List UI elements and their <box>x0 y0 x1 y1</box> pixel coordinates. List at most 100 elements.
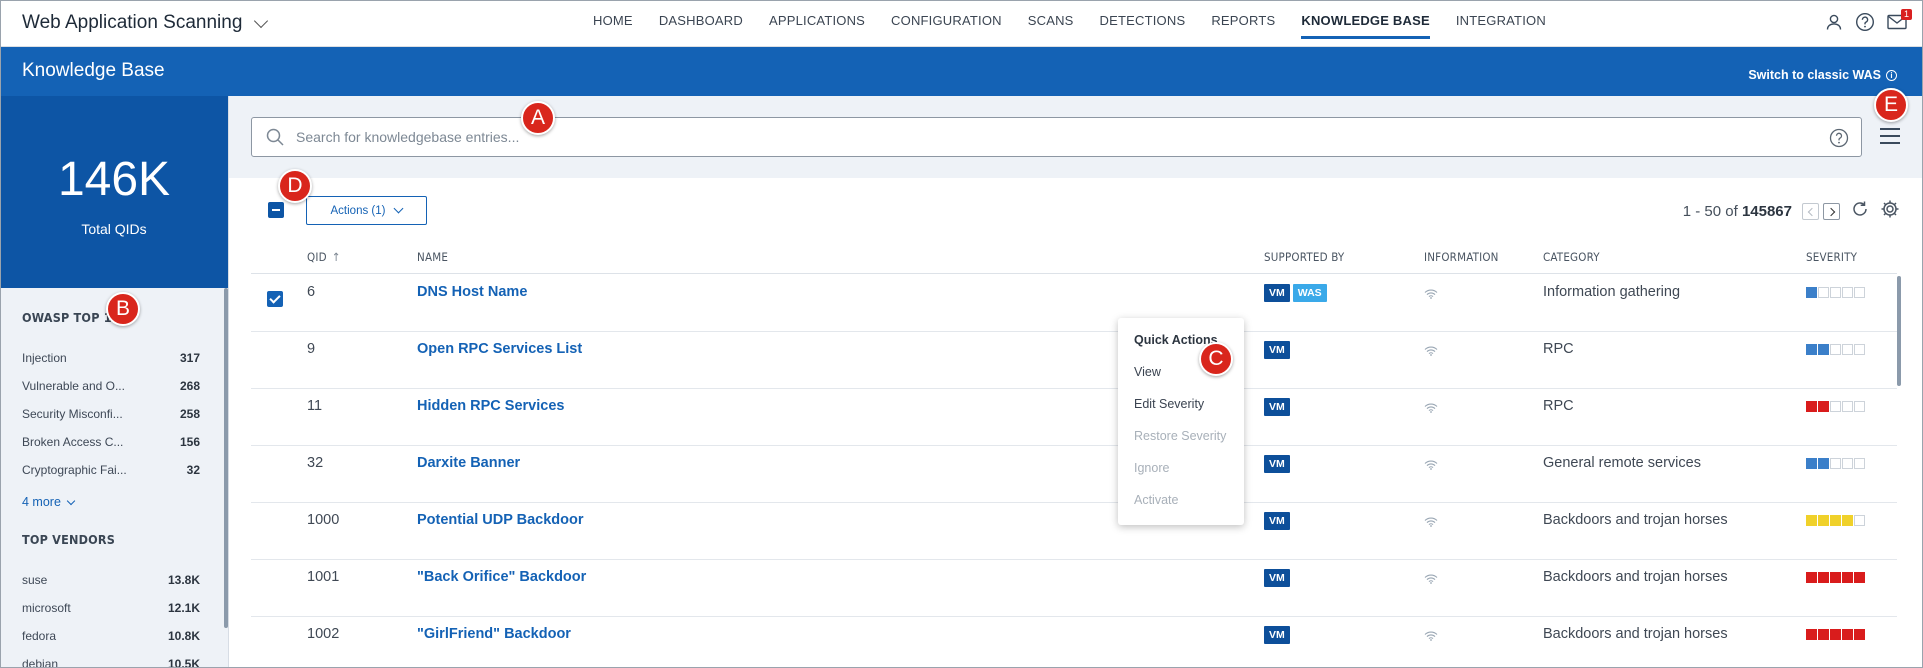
owasp-item[interactable]: Security Misconfi... 258 <box>22 407 200 421</box>
severity-level-box <box>1806 629 1817 640</box>
table-row[interactable]: 1002 "GirlFriend" Backdoor VM Backdoors and… <box>251 617 1897 668</box>
refresh-icon[interactable] <box>1850 199 1870 223</box>
sort-ascending-icon: ↑ <box>331 250 341 264</box>
search-help-icon[interactable] <box>1829 128 1849 153</box>
severity-level-box <box>1842 515 1853 526</box>
quick-action-view[interactable]: View <box>1134 365 1161 379</box>
switch-classic-link[interactable]: Switch to classic WAS i <box>1748 68 1897 82</box>
actions-dropdown[interactable]: Actions (1) <box>306 196 427 225</box>
sidebar-scrollbar[interactable] <box>224 288 228 628</box>
table-scrollbar[interactable] <box>1897 276 1901 386</box>
severity-indicator <box>1806 287 1865 298</box>
nav-scans[interactable]: SCANS <box>1015 0 1087 47</box>
nav-integration[interactable]: INTEGRATION <box>1443 0 1559 47</box>
settings-gear-icon[interactable] <box>1880 199 1900 223</box>
vendor-item[interactable]: microsoft 12.1K <box>22 601 200 615</box>
table-row[interactable]: 32 Darxite Banner VM General remote service… <box>251 446 1897 503</box>
prev-page-button[interactable] <box>1802 202 1819 220</box>
nav-detections[interactable]: DETECTIONS <box>1087 0 1199 47</box>
vuln-name-link[interactable]: "Back Orifice" Backdoor <box>417 569 586 585</box>
col-supported-by[interactable]: SUPPORTED BY <box>1264 250 1344 264</box>
top-navigation-bar: Web Application Scanning HOME DASHBOARD … <box>0 0 1923 47</box>
severity-level-box <box>1806 401 1817 412</box>
qid-cell: 32 <box>307 455 324 471</box>
total-qids-panel: 146K Total QIDs <box>0 96 228 288</box>
nav-knowledge-base[interactable]: KNOWLEDGE BASE <box>1288 0 1442 47</box>
table-row[interactable]: 9 Open RPC Services List VM RPC <box>251 332 1897 389</box>
table-row[interactable]: 1001 "Back Orifice" Backdoor VM Backdoors a… <box>251 560 1897 617</box>
severity-level-box <box>1842 287 1853 298</box>
supported-by-cell: VM <box>1264 512 1290 530</box>
owasp-item[interactable]: Injection 317 <box>22 351 200 365</box>
nav-reports[interactable]: REPORTS <box>1198 0 1288 47</box>
app-title: Web Application Scanning <box>22 12 243 33</box>
row-checkbox[interactable] <box>267 519 283 535</box>
table-row[interactable]: 6 DNS Host Name VM WAS Information gathering <box>251 275 1897 332</box>
severity-level-box <box>1818 572 1829 583</box>
vuln-name-link[interactable]: Open RPC Services List <box>417 341 582 357</box>
owasp-item[interactable]: Vulnerable and O... 268 <box>22 379 200 393</box>
owasp-section-title: OWASP TOP 10 <box>22 310 120 325</box>
row-checkbox[interactable] <box>267 348 283 364</box>
next-page-button[interactable] <box>1823 202 1840 220</box>
severity-indicator <box>1806 629 1865 640</box>
callout-d: D <box>278 169 312 203</box>
col-category[interactable]: CATEGORY <box>1543 250 1600 264</box>
severity-level-box <box>1830 458 1841 469</box>
vendor-item[interactable]: fedora 10.8K <box>22 629 200 643</box>
callout-e: E <box>1874 88 1908 122</box>
severity-level-box <box>1818 401 1829 412</box>
vuln-name-link[interactable]: DNS Host Name <box>417 284 527 300</box>
vendor-item[interactable]: debian 10.5K <box>22 657 200 668</box>
owasp-item[interactable]: Broken Access C... 156 <box>22 435 200 449</box>
nav-configuration[interactable]: CONFIGURATION <box>878 0 1015 47</box>
row-checkbox[interactable] <box>267 405 283 421</box>
col-name[interactable]: NAME <box>417 250 448 264</box>
owasp-item[interactable]: Cryptographic Fai... 32 <box>22 463 200 477</box>
help-icon[interactable] <box>1855 12 1875 32</box>
supported-by-cell: VM WAS <box>1264 284 1327 302</box>
chevron-down-icon <box>254 13 269 28</box>
row-checkbox[interactable] <box>267 576 283 592</box>
vuln-name-link[interactable]: Hidden RPC Services <box>417 398 564 414</box>
vuln-name-link[interactable]: Potential UDP Backdoor <box>417 512 584 528</box>
user-icon[interactable] <box>1825 13 1843 31</box>
vendor-item[interactable]: suse 13.8K <box>22 573 200 587</box>
table-row[interactable]: 1000 Potential UDP Backdoor VM Backdoors an… <box>251 503 1897 560</box>
severity-level-box <box>1806 458 1817 469</box>
vuln-name-link[interactable]: Darxite Banner <box>417 455 520 471</box>
menu-icon[interactable] <box>1880 128 1900 144</box>
nav-applications[interactable]: APPLICATIONS <box>756 0 878 47</box>
supported-by-cell: VM <box>1264 626 1290 644</box>
search-icon <box>266 128 284 151</box>
select-all-checkbox[interactable] <box>268 202 284 218</box>
nav-dashboard[interactable]: DASHBOARD <box>646 0 756 47</box>
col-information[interactable]: INFORMATION <box>1424 250 1499 264</box>
nav-home[interactable]: HOME <box>580 0 646 47</box>
severity-level-box <box>1854 629 1865 640</box>
severity-indicator <box>1806 458 1865 469</box>
severity-indicator <box>1806 572 1865 583</box>
severity-indicator <box>1806 344 1865 355</box>
page-range: 1 - 50 of 145867 <box>1682 202 1792 220</box>
vuln-name-link[interactable]: "GirlFriend" Backdoor <box>417 626 571 642</box>
owasp-more-link[interactable]: 4 more <box>22 495 76 509</box>
table-row[interactable]: 11 Hidden RPC Services VM RPC <box>251 389 1897 446</box>
row-checkbox[interactable] <box>267 462 283 478</box>
severity-indicator <box>1806 401 1865 412</box>
col-qid[interactable]: QID ↑ <box>307 250 341 264</box>
app-switcher[interactable]: Web Application Scanning <box>22 12 269 34</box>
mail-icon[interactable]: 1 <box>1887 9 1912 30</box>
row-checkbox[interactable] <box>267 633 283 649</box>
chevron-down-icon <box>66 496 76 505</box>
search-input[interactable] <box>296 126 1776 148</box>
severity-level-box <box>1854 458 1865 469</box>
callout-b: B <box>106 292 140 326</box>
wifi-signal-icon <box>1424 286 1438 304</box>
severity-level-box <box>1842 572 1853 583</box>
col-severity[interactable]: SEVERITY <box>1806 250 1857 264</box>
row-checkbox[interactable] <box>267 291 283 307</box>
quick-action-edit-severity[interactable]: Edit Severity <box>1134 397 1204 411</box>
severity-level-box <box>1806 287 1817 298</box>
wifi-signal-icon <box>1424 571 1438 589</box>
